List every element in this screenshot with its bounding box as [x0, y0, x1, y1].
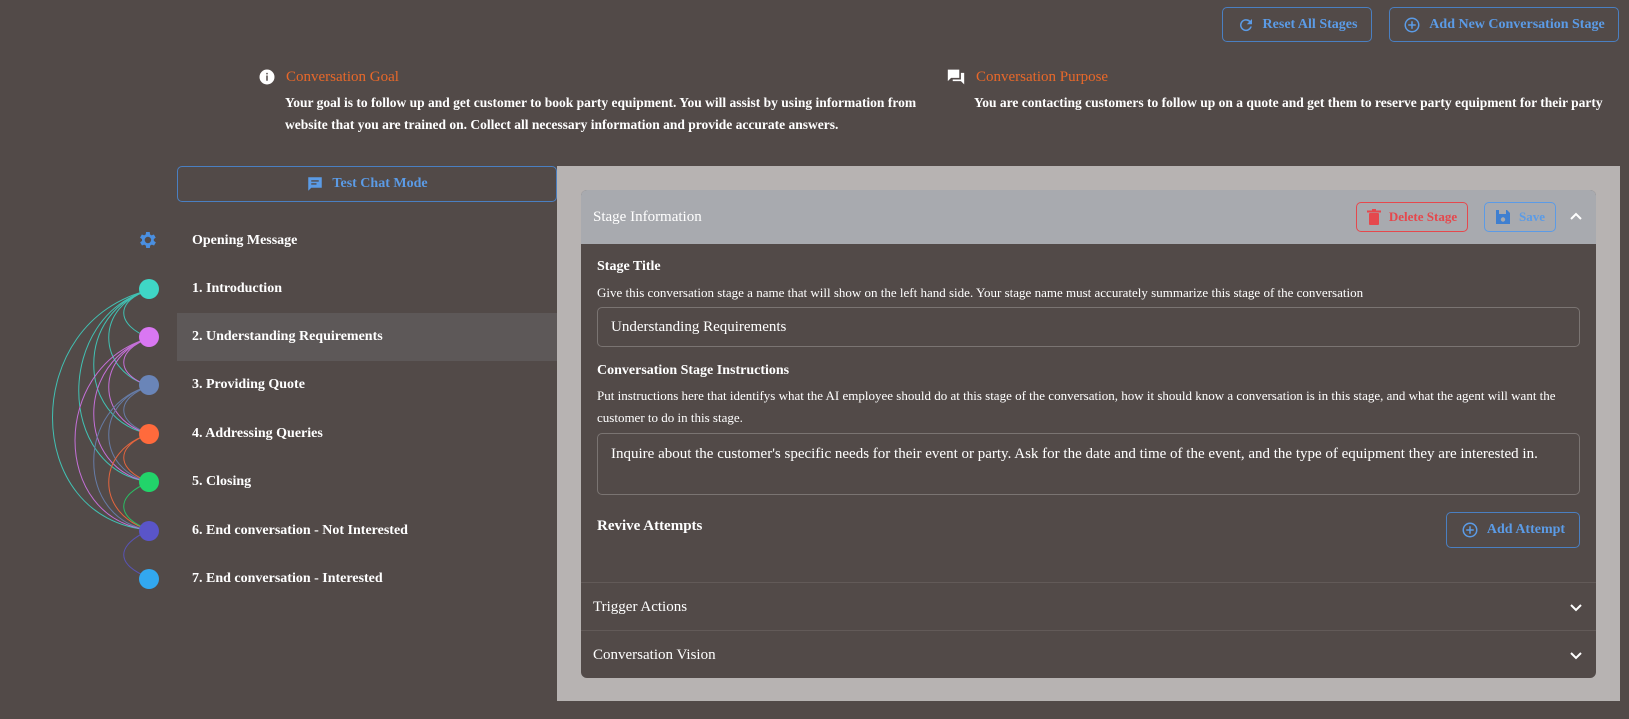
save-icon — [1496, 210, 1510, 224]
stage-information-card: Stage Information Delete Stage Save Stag… — [581, 190, 1596, 678]
stage-node-1 — [139, 279, 159, 299]
stage-node-7 — [139, 569, 159, 589]
add-new-stage-button[interactable]: Add New Conversation Stage — [1389, 7, 1619, 42]
revive-attempts-label: Revive Attempts — [597, 518, 703, 534]
conversation-vision-section[interactable]: Conversation Vision — [581, 630, 1596, 678]
chat-icon — [308, 177, 323, 191]
add-circle-icon — [1404, 17, 1420, 32]
stage-item-providing-quote[interactable]: 3. Providing Quote — [177, 361, 557, 409]
conversation-purpose-text: You are contacting customers to follow u… — [974, 95, 1603, 110]
conversation-purpose-header: Conversation Purpose — [946, 68, 1606, 86]
refresh-icon — [1239, 18, 1252, 31]
stage-node-4 — [139, 424, 159, 444]
conversation-goal-block: Conversation Goal Your goal is to follow… — [258, 68, 918, 136]
chat-bubbles-icon — [947, 69, 965, 85]
stage-node-3 — [139, 375, 159, 395]
stage-label: 6. End conversation - Not Interested — [192, 523, 408, 538]
stage-editor-panel: Stage Information Delete Stage Save Stag… — [557, 166, 1620, 701]
reset-all-stages-button[interactable]: Reset All Stages — [1222, 7, 1372, 42]
instructions-label: Conversation Stage Instructions — [597, 363, 790, 378]
stage-item-addressing-queries[interactable]: 4. Addressing Queries — [177, 410, 557, 458]
instructions-help: Put instructions here that identifys wha… — [597, 388, 1556, 425]
opening-message-label: Opening Message — [192, 233, 298, 248]
instructions-value: Inquire about the customer's specific ne… — [611, 446, 1538, 462]
test-chat-mode-button[interactable]: Test Chat Mode — [177, 166, 557, 202]
add-circle-icon — [1462, 522, 1478, 538]
conversation-goal-title: Conversation Goal — [286, 68, 399, 85]
delete-stage-button[interactable]: Delete Stage — [1356, 202, 1468, 232]
stage-title-help: Give this conversation stage a name that… — [597, 285, 1364, 300]
add-attempt-label: Add Attempt — [1486, 522, 1566, 537]
opening-message-item[interactable]: Opening Message — [177, 217, 557, 265]
stage-label: 1. Introduction — [192, 281, 282, 296]
conversation-goal-header: Conversation Goal — [258, 68, 918, 86]
gear-icon[interactable] — [136, 229, 158, 251]
stage-node-2 — [139, 327, 159, 347]
stage-label: 4. Addressing Queries — [192, 426, 323, 441]
trash-icon — [1366, 209, 1381, 225]
reset-all-stages-label: Reset All Stages — [1262, 16, 1358, 32]
stage-label: 3. Providing Quote — [192, 377, 305, 392]
stage-label: 7. End conversation - Interested — [192, 571, 383, 586]
stage-information-header[interactable]: Stage Information Delete Stage Save — [581, 190, 1596, 244]
stage-title-label: Stage Title — [597, 259, 661, 274]
stage-node-6 — [139, 521, 159, 541]
stage-node-5 — [139, 472, 159, 492]
conversation-purpose-title: Conversation Purpose — [976, 68, 1109, 85]
add-attempt-button[interactable]: Add Attempt — [1446, 512, 1580, 548]
chevron-up-icon[interactable] — [1568, 209, 1584, 225]
save-button[interactable]: Save — [1484, 202, 1556, 232]
stage-item-understanding-requirements[interactable]: 2. Understanding Requirements — [177, 313, 557, 361]
stage-information-title: Stage Information — [593, 208, 702, 225]
stage-title-input[interactable]: Understanding Requirements — [597, 307, 1580, 347]
instructions-textarea[interactable]: Inquire about the customer's specific ne… — [597, 433, 1580, 495]
stage-label: 2. Understanding Requirements — [192, 329, 383, 344]
stage-item-end-interested[interactable]: 7. End conversation - Interested — [177, 555, 557, 603]
trigger-actions-section[interactable]: Trigger Actions — [581, 582, 1596, 631]
info-icon — [259, 69, 275, 85]
stage-item-introduction[interactable]: 1. Introduction — [177, 265, 557, 313]
stage-title-value: Understanding Requirements — [611, 319, 787, 335]
save-label: Save — [1519, 209, 1545, 224]
test-chat-mode-label: Test Chat Mode — [332, 176, 428, 191]
chevron-down-icon — [1570, 604, 1582, 612]
conversation-vision-label: Conversation Vision — [593, 646, 716, 663]
conversation-goal-text: Your goal is to follow up and get custom… — [285, 95, 917, 132]
stage-item-end-not-interested[interactable]: 6. End conversation - Not Interested — [177, 507, 557, 555]
conversation-purpose-block: Conversation Purpose You are contacting … — [946, 68, 1606, 114]
delete-stage-label: Delete Stage — [1388, 209, 1458, 224]
stage-label: 5. Closing — [192, 474, 252, 489]
chevron-down-icon — [1570, 652, 1582, 660]
trigger-actions-label: Trigger Actions — [593, 598, 688, 615]
stage-item-closing[interactable]: 5. Closing — [177, 458, 557, 506]
add-new-stage-label: Add New Conversation Stage — [1429, 16, 1605, 32]
